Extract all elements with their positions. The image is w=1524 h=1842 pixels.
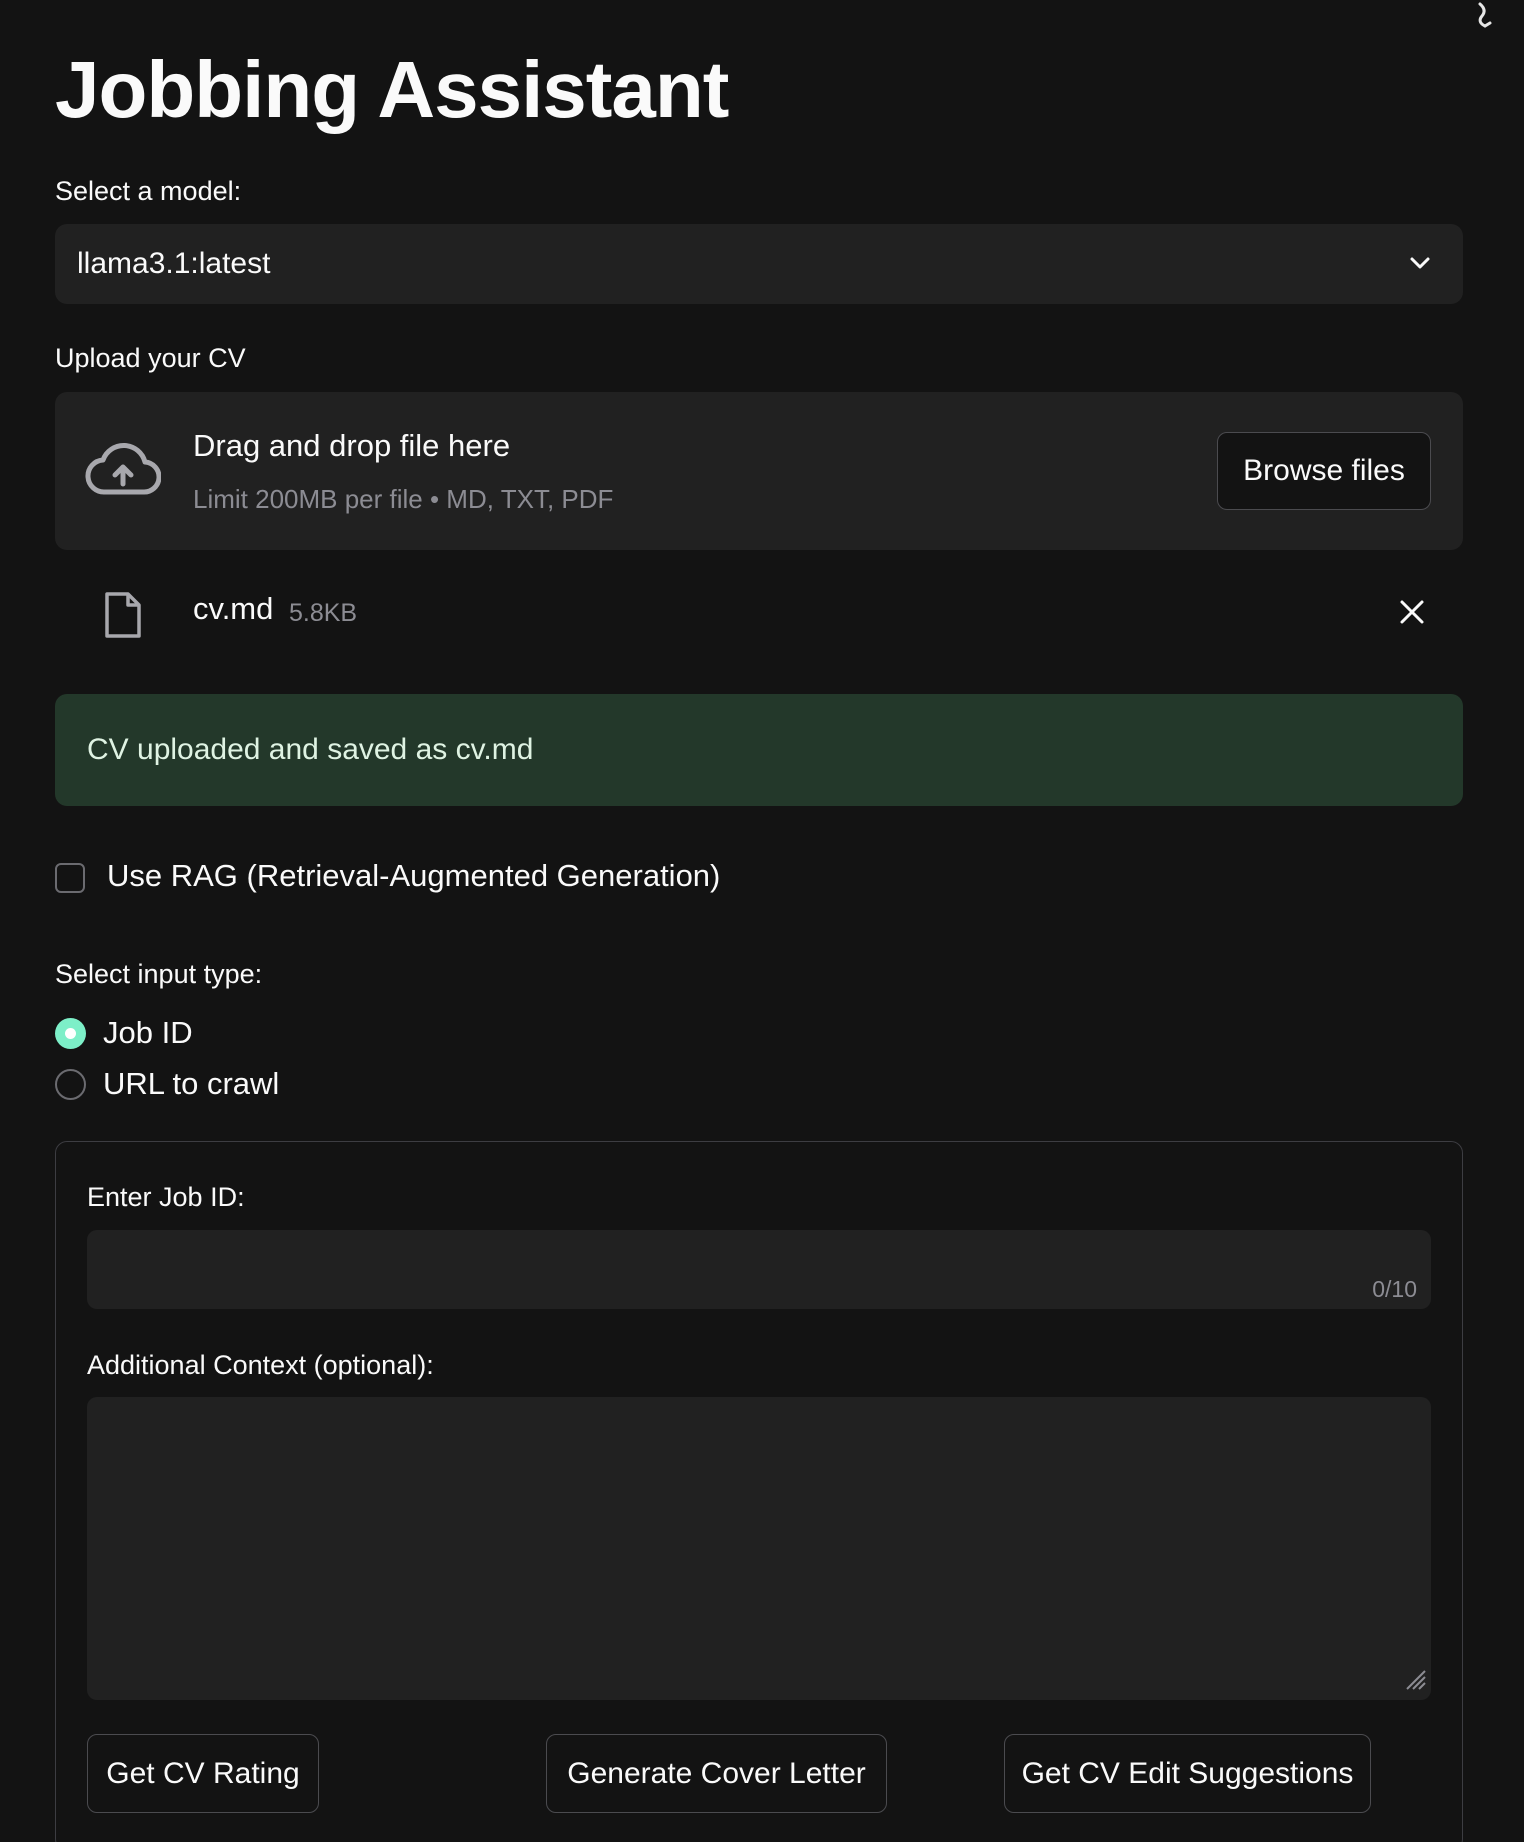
radio-job-id-label[interactable]: Job ID	[103, 1015, 193, 1051]
generate-cover-letter-button[interactable]: Generate Cover Letter	[546, 1734, 887, 1813]
upload-label: Upload your CV	[55, 343, 246, 373]
resize-handle-icon[interactable]	[1401, 1665, 1427, 1696]
get-cv-rating-button[interactable]: Get CV Rating	[87, 1734, 319, 1813]
cloud-upload-icon	[85, 442, 162, 503]
job-id-input[interactable]: 0/10	[87, 1230, 1431, 1309]
rag-checkbox[interactable]	[55, 863, 85, 893]
radio-url-to-crawl-label[interactable]: URL to crawl	[103, 1066, 279, 1102]
job-id-label: Enter Job ID:	[87, 1182, 245, 1212]
page-title: Jobbing Assistant	[55, 45, 729, 134]
get-cv-edit-suggestions-button[interactable]: Get CV Edit Suggestions	[1004, 1734, 1371, 1813]
menu-icon[interactable]	[1474, 0, 1496, 38]
model-select[interactable]: llama3.1:latest	[55, 224, 1463, 304]
job-id-char-counter: 0/10	[1372, 1276, 1417, 1302]
dropzone-limit-text: Limit 200MB per file • MD, TXT, PDF	[193, 484, 614, 514]
model-select-label: Select a model:	[55, 176, 242, 206]
close-icon[interactable]	[1399, 599, 1425, 630]
dropzone-title: Drag and drop file here	[193, 428, 511, 463]
context-textarea[interactable]	[87, 1397, 1431, 1700]
chevron-down-icon	[1409, 252, 1431, 279]
rag-checkbox-label[interactable]: Use RAG (Retrieval-Augmented Generation)	[107, 858, 720, 894]
success-alert: CV uploaded and saved as cv.md	[55, 694, 1463, 806]
input-type-label: Select input type:	[55, 959, 263, 989]
radio-url-to-crawl[interactable]	[55, 1069, 86, 1100]
file-name: cv.md	[193, 591, 274, 626]
success-message: CV uploaded and saved as cv.md	[87, 733, 534, 766]
uploaded-file-row: cv.md 5.8KB	[55, 585, 1463, 645]
context-label: Additional Context (optional):	[87, 1350, 434, 1380]
browse-files-button[interactable]: Browse files	[1217, 432, 1431, 510]
radio-job-id[interactable]	[55, 1018, 86, 1049]
file-size: 5.8KB	[289, 599, 358, 627]
file-icon	[103, 591, 143, 644]
file-dropzone[interactable]: Drag and drop file here Limit 200MB per …	[55, 392, 1463, 550]
model-select-value: llama3.1:latest	[77, 247, 271, 280]
